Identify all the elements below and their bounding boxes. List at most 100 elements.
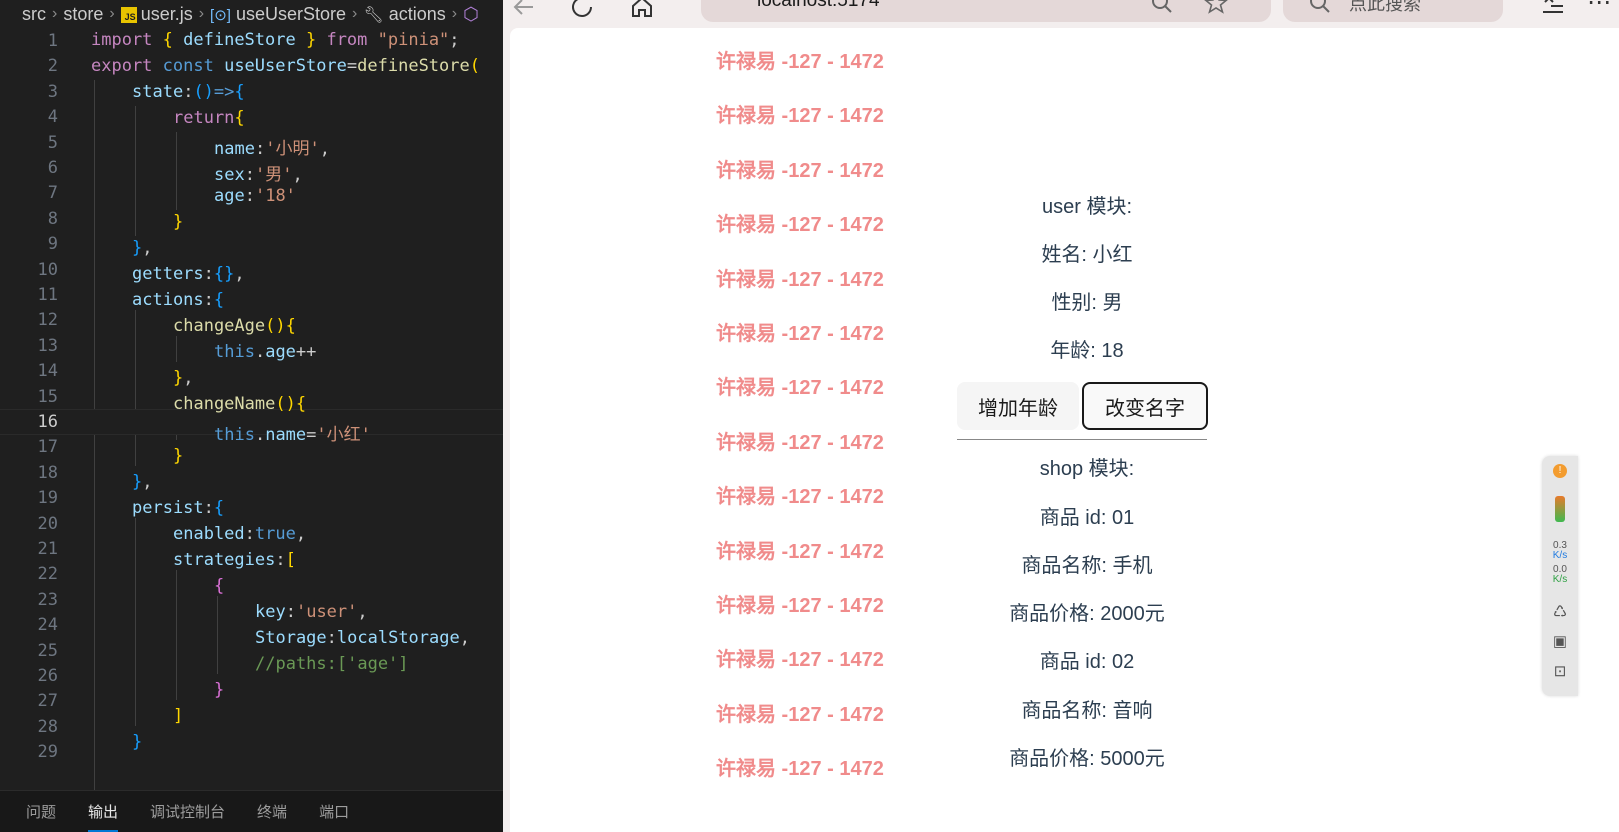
- code-token: ,: [357, 602, 368, 622]
- code-token: 'user': [295, 602, 358, 622]
- add-age-button[interactable]: 增加年龄: [957, 382, 1079, 430]
- user-name: 姓名: 小红: [1041, 244, 1133, 266]
- code-token: this: [214, 425, 255, 445]
- code-line-row[interactable]: 18: [0, 460, 503, 486]
- star-icon[interactable]: [1203, 0, 1229, 16]
- favorites-list-icon[interactable]: [1539, 0, 1567, 22]
- speedup-icon[interactable]: ♺: [1542, 602, 1578, 622]
- browser-window: localhost:5174 点此搜索 ⋯ 许禄易 -127 - 1472 许禄易…: [503, 0, 1619, 832]
- code-token: :: [285, 602, 296, 622]
- more-icon[interactable]: ⋯: [1587, 0, 1611, 16]
- code-token: changeName: [173, 394, 276, 414]
- tab-problems[interactable]: 问题: [26, 801, 56, 822]
- code-token: age: [214, 186, 245, 206]
- search-icon[interactable]: [1149, 0, 1175, 16]
- code-token: }: [132, 238, 143, 258]
- js-file-icon: JS: [120, 6, 137, 23]
- code-line-1: import { defineStore } from "pinia";: [91, 30, 460, 50]
- browser-toolbar: localhost:5174 点此搜索 ⋯: [503, 0, 1619, 28]
- user-sex: 性别: 男: [1051, 292, 1123, 314]
- code-token: =: [306, 425, 317, 445]
- code-token: .: [254, 425, 266, 445]
- watermark-text: 许禄易 -127 - 1472: [716, 377, 884, 400]
- watermark-text: 许禄易 -127 - 1472: [716, 649, 884, 672]
- search-bar[interactable]: 点此搜索: [1283, 0, 1503, 22]
- tab-terminal[interactable]: 终端: [257, 801, 287, 822]
- code-line-row[interactable]: 14: [0, 358, 503, 384]
- code-line-4: return{: [173, 108, 245, 128]
- code-token: "pinia": [377, 30, 450, 50]
- code-line-8: }: [173, 212, 183, 232]
- line-number: 3: [47, 81, 58, 102]
- code-line-23: key:'user',: [255, 602, 368, 622]
- code-area[interactable]: 1 2 3 4 5 6 7 8 9 10 11 12 13 14 15 16 17 18 19 20 21 22 23 24 2…: [0, 28, 503, 790]
- tab-ports[interactable]: 端口: [319, 801, 349, 822]
- code-line-26: }: [214, 680, 224, 700]
- tab-debug-console[interactable]: 调试控制台: [150, 801, 225, 822]
- line-number: 25: [37, 640, 58, 661]
- goods-name: 商品名称: 音响: [1021, 700, 1153, 722]
- code-line-row[interactable]: 10: [0, 257, 503, 283]
- watermark-text: 许禄易 -127 - 1472: [716, 105, 884, 128]
- code-line-row[interactable]: 19: [0, 485, 503, 511]
- address-bar[interactable]: localhost:5174: [701, 0, 1271, 22]
- line-number: 22: [37, 564, 58, 585]
- breadcrumb-store[interactable]: store: [63, 4, 103, 25]
- change-name-button[interactable]: 改变名字: [1082, 382, 1208, 430]
- chevron-right-icon: ›: [352, 5, 358, 22]
- code-line-row[interactable]: 29: [0, 739, 503, 765]
- line-number: 9: [47, 234, 58, 255]
- reload-icon[interactable]: [567, 0, 597, 22]
- watermark-text: 许禄易 -127 - 1472: [716, 595, 884, 617]
- code-line-row[interactable]: 11: [0, 282, 503, 308]
- code-token: defineStore: [357, 56, 470, 76]
- line-number: 29: [37, 742, 58, 763]
- breadcrumb-actions[interactable]: 🔧︎ actions: [363, 4, 445, 25]
- line-number: 2: [47, 56, 58, 77]
- code-token: :: [326, 628, 337, 648]
- code-token: sex: [214, 165, 245, 185]
- breadcrumb-src[interactable]: src: [22, 4, 46, 25]
- code-line-row[interactable]: 28: [0, 714, 503, 740]
- back-arrow-icon[interactable]: [509, 0, 539, 22]
- code-token: ,: [234, 264, 245, 284]
- code-line-12: changeAge(){: [173, 316, 296, 336]
- line-number: 5: [47, 132, 58, 153]
- shield-icon[interactable]: !: [1542, 464, 1578, 478]
- code-token: {: [234, 82, 245, 102]
- image-icon[interactable]: ▣: [1542, 632, 1578, 650]
- line-number: 17: [37, 437, 58, 458]
- goods-id: 商品 id: 01: [1039, 507, 1135, 529]
- code-token: ,: [142, 472, 153, 492]
- code-line-row[interactable]: 9: [0, 231, 503, 257]
- line-number: 26: [37, 666, 58, 686]
- code-token: :: [244, 165, 255, 185]
- cube-icon: ⬡: [463, 3, 479, 24]
- code-line-row[interactable]: 27: [0, 688, 503, 714]
- code-editor[interactable]: src › store › JS user.js › [⊙] useUserSto…: [0, 0, 503, 832]
- line-number: 19: [37, 488, 58, 509]
- code-token: }: [173, 212, 184, 232]
- line-number: 14: [37, 361, 58, 382]
- screenshot-icon[interactable]: ⊡: [1542, 662, 1578, 680]
- breadcrumb-symbol[interactable]: [⊙] useUserStore: [210, 4, 346, 25]
- code-line-14: },: [173, 368, 194, 388]
- code-token: ,: [295, 524, 307, 544]
- line-number: 27: [37, 691, 58, 712]
- code-line-row[interactable]: 26: [0, 663, 503, 689]
- variable-icon: [⊙]: [210, 6, 231, 24]
- line-number: 12: [37, 310, 58, 331]
- tab-output[interactable]: 输出: [88, 801, 119, 832]
- code-line-27: ]: [173, 706, 183, 726]
- line-number: 13: [37, 335, 58, 356]
- code-token: name: [214, 139, 255, 159]
- code-line-row[interactable]: 8: [0, 206, 503, 232]
- code-line-row[interactable]: 4: [0, 104, 503, 130]
- code-token: :: [254, 139, 266, 159]
- watermark-text: 许禄易 -127 - 1472: [716, 268, 884, 291]
- breadcrumb-file[interactable]: JS user.js: [120, 4, 193, 25]
- code-line-row[interactable]: 23: [0, 587, 503, 613]
- code-line-row[interactable]: 3: [0, 79, 503, 105]
- code-token: '18': [254, 186, 296, 206]
- home-icon[interactable]: [627, 0, 657, 22]
